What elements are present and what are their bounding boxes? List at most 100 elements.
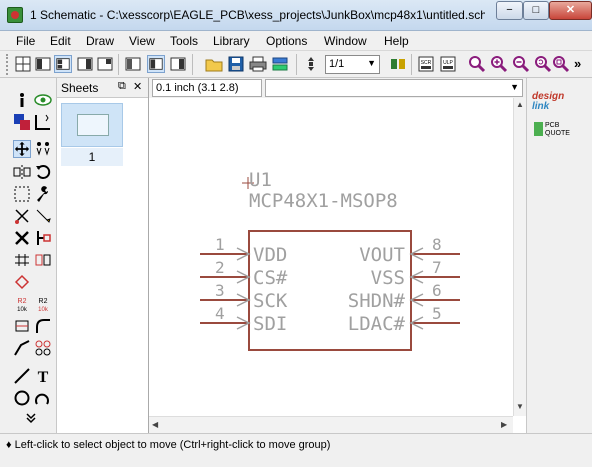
copy-icon[interactable] [34, 140, 52, 158]
menu-help[interactable]: Help [384, 34, 409, 48]
pin-name: LDAC# [348, 313, 406, 335]
close-button[interactable]: ✕ [549, 1, 592, 20]
pen-icon[interactable] [34, 207, 52, 225]
print-icon[interactable] [249, 55, 267, 73]
zoom-out-icon[interactable] [512, 55, 530, 73]
scroll-left-icon[interactable]: ◀ [152, 420, 158, 429]
board-switch-icon[interactable] [389, 55, 407, 73]
gateswap-icon[interactable] [13, 273, 31, 291]
add-part-icon[interactable] [34, 229, 52, 247]
name-icon[interactable]: R210k [13, 295, 31, 313]
pinswap-icon[interactable] [13, 251, 31, 269]
sheet-thumbnail[interactable] [61, 103, 123, 147]
maximize-button[interactable]: □ [523, 1, 549, 20]
menu-tools[interactable]: Tools [170, 34, 198, 48]
paste-icon[interactable] [13, 207, 31, 225]
text-icon[interactable]: T [34, 367, 52, 385]
mirror-icon[interactable] [13, 163, 31, 181]
horizontal-scrollbar[interactable]: ◀ ▶ [149, 416, 513, 433]
pin-number: 5 [432, 304, 442, 323]
zoom-fit-icon[interactable] [468, 55, 486, 73]
circle-icon[interactable] [13, 389, 31, 407]
pin-number: 7 [432, 258, 442, 277]
zoom-select-icon[interactable] [552, 55, 570, 73]
display-layers-icon[interactable] [13, 113, 31, 131]
value-icon[interactable]: R210k [34, 295, 52, 313]
replace-icon[interactable] [34, 251, 52, 269]
mark-icon[interactable] [34, 113, 52, 131]
toolbar-separator [411, 54, 412, 75]
wire-icon[interactable] [13, 367, 31, 385]
script-icon[interactable]: SCR [417, 55, 435, 73]
invoke-icon[interactable] [34, 339, 52, 357]
layout-3-icon[interactable] [76, 55, 94, 73]
pin-number: 4 [215, 304, 225, 323]
panel-1-icon[interactable] [124, 55, 142, 73]
group-icon[interactable] [13, 185, 31, 203]
save-icon[interactable] [227, 55, 245, 73]
miter-icon[interactable] [34, 317, 52, 335]
scroll-up-icon[interactable]: ▲ [516, 100, 524, 109]
svg-text:ULP: ULP [443, 60, 453, 66]
arc-icon[interactable] [34, 389, 52, 407]
open-folder-icon[interactable] [205, 55, 223, 73]
menu-draw[interactable]: Draw [86, 34, 114, 48]
toolbar-grip[interactable] [6, 54, 9, 75]
svg-text:10k: 10k [17, 307, 28, 313]
command-bar: 0.1 inch (3.1 2.8) ▼ [149, 78, 526, 98]
info-icon[interactable] [13, 91, 31, 109]
main-toolbar: 1/1 ▼ SCR ULP » [0, 51, 592, 78]
menu-window[interactable]: Window [324, 34, 367, 48]
move-icon[interactable] [13, 140, 31, 158]
right-panel: design link PCB QUOTE [526, 78, 592, 433]
sheet-thumbnail-preview [77, 114, 109, 136]
pin-name: SDI [253, 313, 287, 335]
menu-bar: File Edit Draw View Tools Library Option… [0, 31, 592, 51]
minimize-button[interactable]: − [496, 1, 523, 20]
sheet-select-icon[interactable] [302, 55, 320, 73]
eye-show-icon[interactable] [34, 91, 52, 109]
panel-3-icon[interactable] [169, 55, 187, 73]
close-panel-icon[interactable]: ✕ [133, 80, 142, 93]
menu-options[interactable]: Options [266, 34, 307, 48]
pin-name: VDD [253, 244, 287, 266]
more-tools-icon[interactable] [22, 412, 40, 424]
pin-name: SCK [253, 290, 288, 312]
pcb-quote-line2: QUOTE [545, 130, 570, 137]
svg-text:T: T [38, 369, 49, 385]
menu-library[interactable]: Library [213, 34, 250, 48]
grid-icon[interactable] [14, 55, 32, 73]
ulp-icon[interactable]: ULP [439, 55, 457, 73]
change-icon[interactable] [34, 185, 52, 203]
left-pins-group: 1 VDD 2 CS# 3 SCK 4 SDI [200, 235, 288, 335]
layout-4-icon[interactable] [96, 55, 114, 73]
eagle-app-icon [7, 7, 23, 23]
panel-2-icon[interactable] [147, 55, 165, 73]
vertical-scrollbar[interactable]: ▲ ▼ [513, 98, 526, 416]
cam-processor-icon[interactable] [271, 55, 289, 73]
menu-file[interactable]: File [16, 34, 35, 48]
smash-icon[interactable] [13, 317, 31, 335]
menu-view[interactable]: View [129, 34, 155, 48]
command-line-input[interactable]: ▼ [265, 79, 523, 97]
designlink-logo[interactable]: design link [532, 92, 564, 112]
chevron-down-icon[interactable]: ▼ [510, 82, 519, 92]
sheet-dropdown-value: 1/1 [329, 58, 345, 70]
pcb-quote-button[interactable]: PCB QUOTE [534, 122, 570, 138]
delete-icon[interactable] [13, 229, 31, 247]
split-icon[interactable] [13, 339, 31, 357]
scroll-right-icon[interactable]: ▶ [501, 420, 507, 429]
scroll-down-icon[interactable]: ▼ [516, 402, 524, 411]
zoom-in-icon[interactable] [490, 55, 508, 73]
menu-edit[interactable]: Edit [50, 34, 71, 48]
float-panel-icon[interactable]: ⧉ [118, 80, 126, 93]
layout-2-icon[interactable] [54, 55, 72, 73]
layout-1-icon[interactable] [34, 55, 52, 73]
zoom-redraw-icon[interactable] [534, 55, 552, 73]
pin-number: 8 [432, 235, 442, 254]
rotate-icon[interactable] [34, 163, 52, 181]
toolbar-overflow-button[interactable]: » [574, 56, 581, 71]
window-title: 1 Schematic - C:\xesscorp\EAGLE_PCB\xess… [30, 8, 485, 22]
schematic-canvas[interactable]: U1 MCP48X1-MSOP8 1 VDD 2 CS# 3 SCK 4 SDI 8 VOUT 7… [149, 98, 526, 416]
sheet-dropdown[interactable]: 1/1 ▼ [325, 55, 380, 74]
